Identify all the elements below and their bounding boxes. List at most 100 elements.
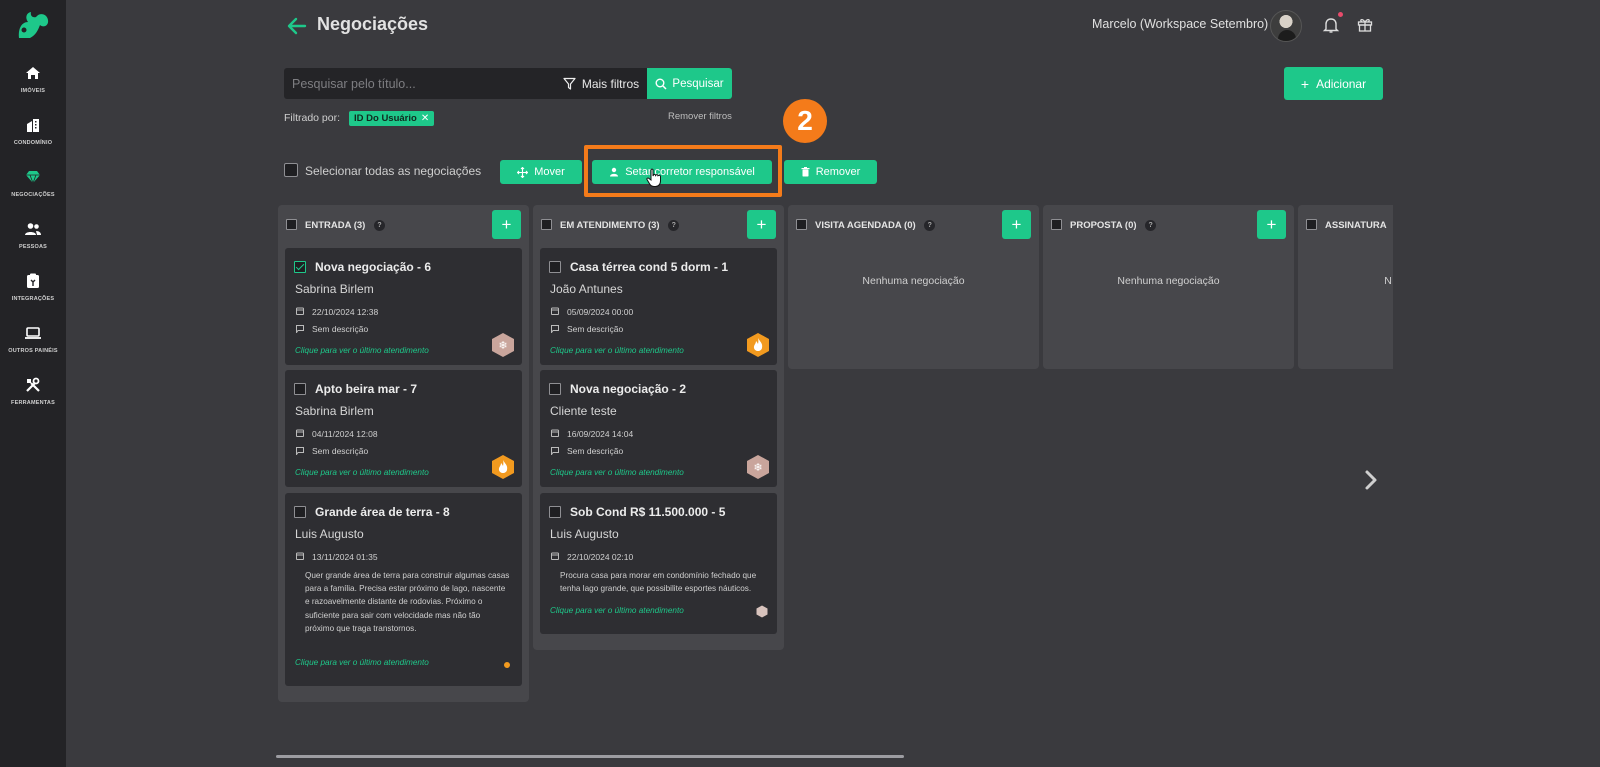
card-description: Sem descrição bbox=[312, 324, 369, 334]
comment-icon bbox=[296, 325, 304, 333]
tools-icon bbox=[26, 377, 40, 392]
help-icon[interactable]: ? bbox=[374, 220, 385, 231]
deal-card[interactable]: Casa térrea cond 5 dorm - 1 João Antunes… bbox=[540, 248, 777, 365]
squirrel-logo-icon[interactable] bbox=[16, 10, 50, 40]
card-title: Casa térrea cond 5 dorm - 1 bbox=[570, 260, 729, 274]
help-icon[interactable]: ? bbox=[924, 220, 936, 231]
last-service-link[interactable]: Clique para ver o último atendimento bbox=[550, 606, 684, 615]
bell-icon[interactable] bbox=[1322, 16, 1340, 34]
last-service-link[interactable]: Clique para ver o último atendimento bbox=[295, 658, 429, 667]
annotation-highlight-box bbox=[584, 145, 782, 197]
column-title-text: EM ATENDIMENTO bbox=[560, 220, 646, 231]
help-icon[interactable]: ? bbox=[1145, 220, 1157, 231]
chevron-right-icon[interactable] bbox=[1362, 468, 1380, 492]
page-title: Negociações bbox=[317, 14, 429, 34]
column-title: EM ATENDIMENTO (3) ? bbox=[560, 220, 680, 231]
deal-card[interactable]: Grande área de terra - 8 Luis Augusto 13… bbox=[285, 493, 522, 686]
sidebar: IMÓVEIS CONDOMÍNIO NEGOCIAÇÕES PESSOAS I… bbox=[0, 0, 66, 767]
search-bar: Mais filtros Pesquisar bbox=[284, 68, 732, 99]
card-person: João Antunes bbox=[550, 282, 623, 296]
last-service-link[interactable]: Clique para ver o último atendimento bbox=[550, 346, 684, 355]
comment-icon bbox=[551, 325, 559, 333]
calendar-icon bbox=[551, 429, 559, 437]
column-checkbox[interactable] bbox=[541, 219, 552, 230]
select-all-label: Selecionar todas as negociações bbox=[305, 164, 482, 178]
card-date: 16/09/2024 14:04 bbox=[567, 429, 634, 439]
sidebar-item-label: OUTROS PAINÉIS bbox=[8, 348, 58, 354]
card-checkbox[interactable] bbox=[294, 261, 306, 273]
help-icon[interactable]: ? bbox=[668, 220, 680, 231]
card-title: Sob Cond R$ 11.500.000 - 5 bbox=[570, 505, 726, 519]
deal-card[interactable]: Nova negociação - 6 Sabrina Birlem 22/10… bbox=[285, 248, 522, 365]
people-icon bbox=[25, 223, 41, 235]
calendar-icon bbox=[551, 307, 559, 315]
column-assinatura: ASSINATURA N bbox=[1298, 205, 1393, 369]
card-title: Nova negociação - 2 bbox=[570, 382, 687, 396]
diamond-icon bbox=[26, 171, 40, 185]
move-button-label: Mover bbox=[534, 166, 565, 178]
card-checkbox[interactable] bbox=[294, 383, 306, 395]
avatar[interactable] bbox=[1270, 10, 1302, 42]
remove-button[interactable]: Remover bbox=[784, 160, 877, 184]
last-service-link[interactable]: Clique para ver o último atendimento bbox=[550, 468, 684, 477]
svg-text:❄: ❄ bbox=[498, 339, 507, 352]
column-em-atendimento: EM ATENDIMENTO (3) ? + Casa térrea cond … bbox=[533, 205, 784, 650]
sidebar-item-outros-paineis[interactable]: OUTROS PAINÉIS bbox=[0, 320, 66, 368]
move-button[interactable]: Mover bbox=[500, 160, 582, 184]
column-add-button[interactable]: + bbox=[1002, 210, 1031, 239]
last-service-link[interactable]: Clique para ver o último atendimento bbox=[295, 468, 429, 477]
column-checkbox[interactable] bbox=[796, 219, 807, 230]
gift-icon[interactable] bbox=[1356, 15, 1374, 33]
column-add-button[interactable]: + bbox=[492, 210, 521, 239]
column-title: ASSINATURA bbox=[1325, 220, 1387, 231]
svg-text:❄: ❄ bbox=[753, 461, 762, 474]
card-person: Cliente teste bbox=[550, 404, 617, 418]
sidebar-item-negociacoes[interactable]: NEGOCIAÇÕES bbox=[0, 164, 66, 212]
cold-hex-icon: ❄ bbox=[492, 333, 514, 357]
card-checkbox[interactable] bbox=[549, 383, 561, 395]
column-add-button[interactable]: + bbox=[747, 210, 776, 239]
more-filters-button[interactable]: Mais filtros bbox=[552, 68, 650, 99]
building-icon bbox=[27, 119, 39, 132]
column-count: (3) bbox=[647, 220, 660, 231]
calendar-icon bbox=[551, 552, 559, 560]
sidebar-item-ferramentas[interactable]: FERRAMENTAS bbox=[0, 372, 66, 420]
integrations-icon bbox=[27, 273, 39, 288]
sidebar-item-imoveis[interactable]: IMÓVEIS bbox=[0, 60, 66, 108]
deal-card[interactable]: Nova negociação - 2 Cliente teste 16/09/… bbox=[540, 370, 777, 487]
user-name[interactable]: Marcelo (Workspace Setembro) bbox=[1092, 17, 1268, 31]
filter-icon bbox=[563, 77, 576, 90]
last-service-link[interactable]: Clique para ver o último atendimento bbox=[295, 346, 429, 355]
card-date: 22/10/2024 12:38 bbox=[312, 307, 379, 317]
sidebar-item-pessoas[interactable]: PESSOAS bbox=[0, 216, 66, 264]
card-person: Sabrina Birlem bbox=[295, 404, 374, 418]
horizontal-scrollbar[interactable] bbox=[276, 755, 904, 758]
back-arrow-icon[interactable] bbox=[286, 15, 308, 37]
column-title: PROPOSTA (0) ? bbox=[1070, 220, 1157, 231]
filtered-by-label: Filtrado por: bbox=[284, 112, 341, 124]
card-person: Luis Augusto bbox=[550, 527, 619, 541]
add-button[interactable]: + Adicionar bbox=[1284, 67, 1383, 100]
sidebar-item-condominio[interactable]: CONDOMÍNIO bbox=[0, 112, 66, 160]
close-icon[interactable]: ✕ bbox=[421, 113, 429, 124]
card-checkbox[interactable] bbox=[294, 506, 306, 518]
deal-card[interactable]: Sob Cond R$ 11.500.000 - 5 Luis Augusto … bbox=[540, 493, 777, 634]
search-input[interactable] bbox=[284, 68, 549, 99]
column-checkbox[interactable] bbox=[1306, 219, 1317, 230]
sidebar-item-label: NEGOCIAÇÕES bbox=[11, 192, 55, 198]
column-checkbox[interactable] bbox=[286, 219, 297, 230]
column-checkbox[interactable] bbox=[1051, 219, 1062, 230]
sidebar-item-integracoes[interactable]: INTEGRAÇÕES bbox=[0, 268, 66, 316]
more-filters-label: Mais filtros bbox=[581, 76, 640, 91]
fire-dot-icon bbox=[504, 662, 510, 668]
remove-filters-link[interactable]: Remover filtros bbox=[668, 111, 732, 122]
filter-chip[interactable]: ID Do Usuário ✕ bbox=[349, 111, 435, 126]
card-date: 05/09/2024 00:00 bbox=[567, 307, 634, 317]
card-description: Sem descrição bbox=[567, 324, 624, 334]
deal-card[interactable]: Apto beira mar - 7 Sabrina Birlem 04/11/… bbox=[285, 370, 522, 487]
card-checkbox[interactable] bbox=[549, 261, 561, 273]
select-all-checkbox[interactable] bbox=[284, 163, 298, 177]
search-button[interactable]: Pesquisar bbox=[647, 68, 732, 99]
column-add-button[interactable]: + bbox=[1257, 210, 1286, 239]
card-checkbox[interactable] bbox=[549, 506, 561, 518]
